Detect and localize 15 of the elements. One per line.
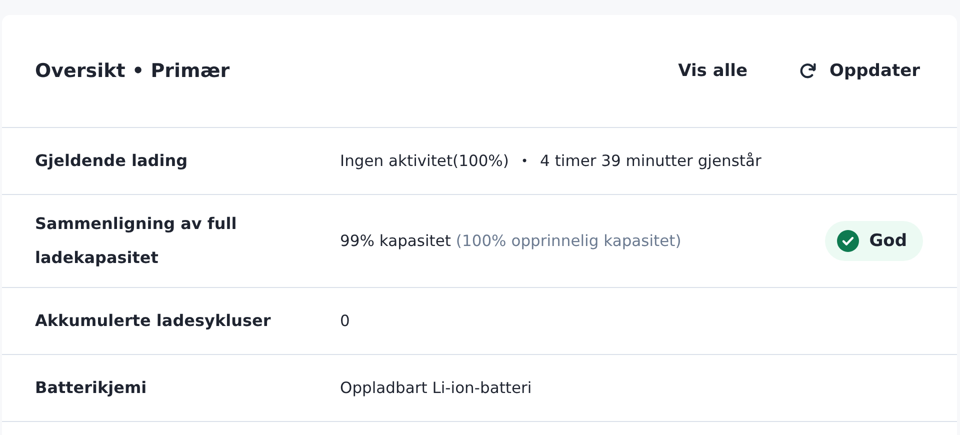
row-value: Oppladbart Li-ion-batteri [340, 379, 532, 397]
row-value: 4 timer 39 minutter gjenstår [540, 152, 762, 170]
row-label: Akkumulerte ladesykluser [35, 310, 272, 332]
separator-dot: • [520, 154, 528, 168]
row-value: 0 [340, 312, 350, 330]
refresh-icon [798, 61, 818, 81]
view-all-button[interactable]: Vis alle [674, 55, 752, 87]
row-label: Sammenligning av full ladekapasitet [35, 213, 238, 269]
row-label: Gjeldende lading [35, 150, 189, 172]
status-badge: God [825, 221, 923, 261]
row-label: Batterikjemi [35, 377, 148, 399]
row-value: Ingen aktivitet(100%) [340, 152, 509, 170]
refresh-button[interactable]: Oppdater [794, 55, 924, 87]
card-title: Oversikt • Primær [35, 60, 230, 82]
row-value: 99% kapasitet (100% opprinnelig kapasitet) [340, 232, 682, 250]
